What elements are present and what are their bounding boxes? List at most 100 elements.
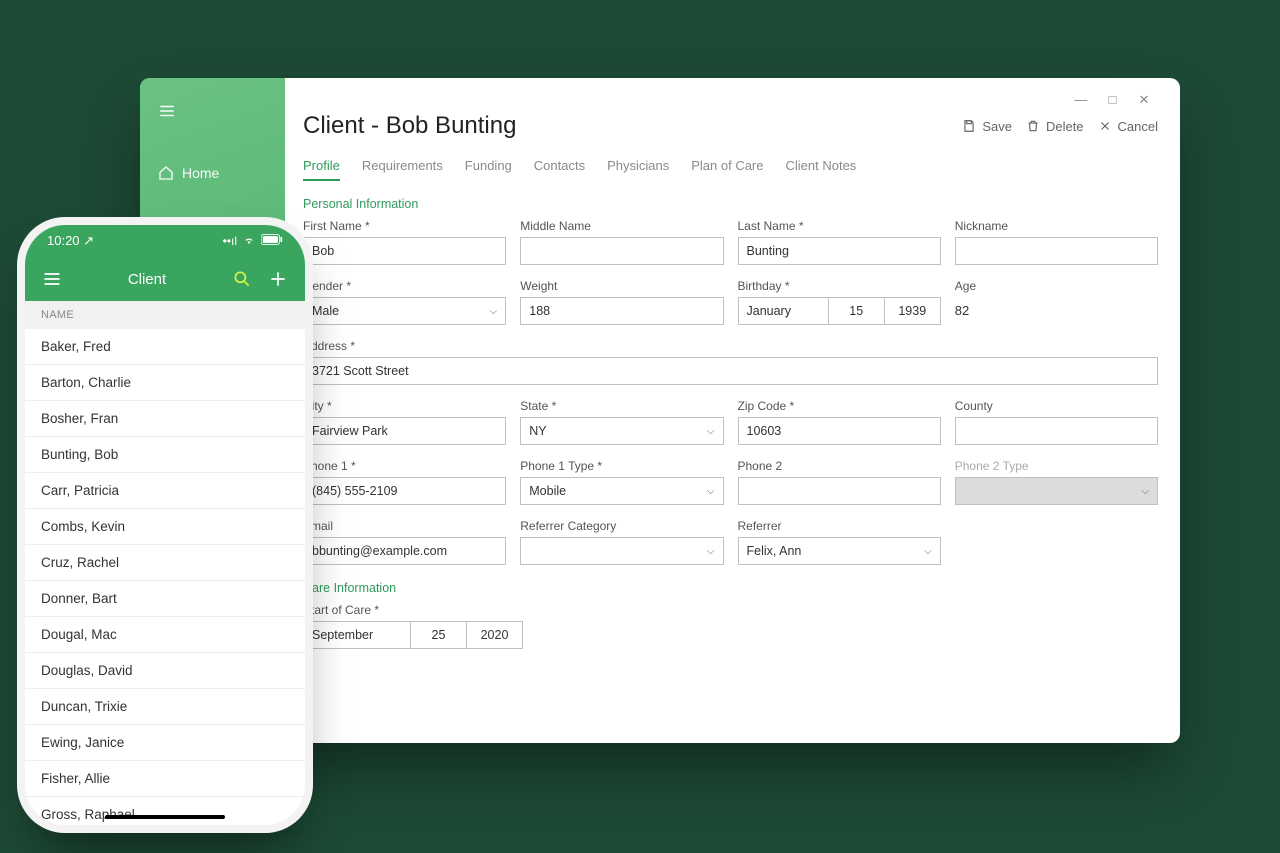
list-item[interactable]: Duncan, Trixie [25,689,305,725]
phone2-input[interactable] [738,477,941,505]
window-controls: — □ ✕ [303,92,1158,108]
mobile-title: Client [63,271,231,288]
city-input[interactable] [303,417,506,445]
label-referrer: Referrer [738,519,941,533]
list-item[interactable]: Bosher, Fran [25,401,305,437]
tabs: Profile Requirements Funding Contacts Physic… [303,158,1158,181]
tab-physicians[interactable]: Physicians [607,158,669,181]
chevron-down-icon: ⌵ [707,546,715,557]
phone1-input[interactable] [303,477,506,505]
label-address: Address * [303,339,1158,353]
home-label: Home [182,165,219,181]
list-item[interactable]: Donner, Bart [25,581,305,617]
hamburger-icon[interactable] [140,78,285,165]
add-icon[interactable] [267,269,289,289]
state-select[interactable]: NY⌵ [520,417,723,445]
tab-plan-of-care[interactable]: Plan of Care [691,158,763,181]
tab-contacts[interactable]: Contacts [534,158,585,181]
referrer-select[interactable]: Felix, Ann⌵ [738,537,941,565]
nickname-input[interactable] [955,237,1158,265]
birth-month-select[interactable]: January [738,297,829,325]
label-start-of-care: Start of Care * [303,603,523,617]
label-phone1: Phone 1 * [303,459,506,473]
list-item[interactable]: Gross, Raphael [25,797,305,825]
label-weight: Weight [520,279,723,293]
label-county: County [955,399,1158,413]
phone2type-select: ⌵ [955,477,1158,505]
cancel-button[interactable]: Cancel [1098,119,1158,134]
soc-month-select[interactable]: September [303,621,411,649]
chevron-down-icon: ⌵ [1141,486,1149,497]
address-input[interactable] [303,357,1158,385]
page-title: Client - Bob Bunting [303,112,516,140]
list-item[interactable]: Douglas, David [25,653,305,689]
birthday-group: January [738,297,941,325]
email-input[interactable] [303,537,506,565]
win-maximize[interactable]: □ [1098,92,1126,107]
win-close[interactable]: ✕ [1130,92,1158,108]
middle-name-input[interactable] [520,237,723,265]
list-item[interactable]: Barton, Charlie [25,365,305,401]
soc-day-input[interactable] [411,621,467,649]
list-item[interactable]: Ewing, Janice [25,725,305,761]
list-item[interactable]: Combs, Kevin [25,509,305,545]
list-header: NAME [25,301,305,329]
delete-button[interactable]: Delete [1026,119,1084,134]
section-personal: Personal Information [303,197,1158,211]
birth-year-input[interactable] [885,297,941,325]
mobile-hamburger-icon[interactable] [41,269,63,289]
tab-profile[interactable]: Profile [303,158,340,181]
birth-day-input[interactable] [829,297,885,325]
list-item[interactable]: Fisher, Allie [25,761,305,797]
gender-select[interactable]: Male ⌵ [303,297,506,325]
tab-funding[interactable]: Funding [465,158,512,181]
list-item[interactable]: Dougal, Mac [25,617,305,653]
list-item[interactable]: Bunting, Bob [25,437,305,473]
label-nickname: Nickname [955,219,1158,233]
first-name-input[interactable] [303,237,506,265]
chevron-down-icon: ⌵ [490,306,498,317]
phone1type-select[interactable]: Mobile⌵ [520,477,723,505]
zip-input[interactable] [738,417,941,445]
chevron-down-icon: ⌵ [707,486,715,497]
label-gender: Gender * [303,279,506,293]
desktop-main: — □ ✕ Client - Bob Bunting Save Delete C… [285,78,1180,743]
mobile-device: 10:20 ↗ ••ıl Client NAME Baker, FredBart… [25,225,305,825]
refcat-select[interactable]: ⌵ [520,537,723,565]
soc-year-input[interactable] [467,621,523,649]
age-value: 82 [955,297,1158,318]
save-label: Save [982,119,1012,134]
delete-label: Delete [1046,119,1084,134]
county-input[interactable] [955,417,1158,445]
weight-input[interactable] [520,297,723,325]
client-list: Baker, FredBarton, CharlieBosher, FranBu… [25,329,305,825]
gender-value: Male [312,304,339,318]
win-minimize[interactable]: — [1067,92,1095,107]
sidebar-item-home[interactable]: Home [140,165,285,181]
section-care: Care Information [303,581,1158,595]
label-refcat: Referrer Category [520,519,723,533]
label-phone2type: Phone 2 Type [955,459,1158,473]
label-middle-name: Middle Name [520,219,723,233]
chevron-down-icon: ⌵ [924,546,932,557]
label-zip: Zip Code * [738,399,941,413]
signal-icon: ••ıl [223,234,237,248]
list-item[interactable]: Baker, Fred [25,329,305,365]
search-icon[interactable] [231,269,253,289]
label-age: Age [955,279,1158,293]
status-icons: ••ıl [223,234,283,249]
label-first-name: First Name * [303,219,506,233]
label-state: State * [520,399,723,413]
save-button[interactable]: Save [962,119,1012,134]
list-item[interactable]: Carr, Patricia [25,473,305,509]
home-indicator [105,815,225,819]
label-last-name: Last Name * [738,219,941,233]
label-phone1type: Phone 1 Type * [520,459,723,473]
last-name-input[interactable] [738,237,941,265]
list-item[interactable]: Cruz, Rachel [25,545,305,581]
mobile-appbar: Client [25,257,305,301]
mobile-statusbar: 10:20 ↗ ••ıl [25,225,305,257]
status-time: 10:20 ↗ [47,233,94,249]
tab-requirements[interactable]: Requirements [362,158,443,181]
tab-client-notes[interactable]: Client Notes [786,158,857,181]
